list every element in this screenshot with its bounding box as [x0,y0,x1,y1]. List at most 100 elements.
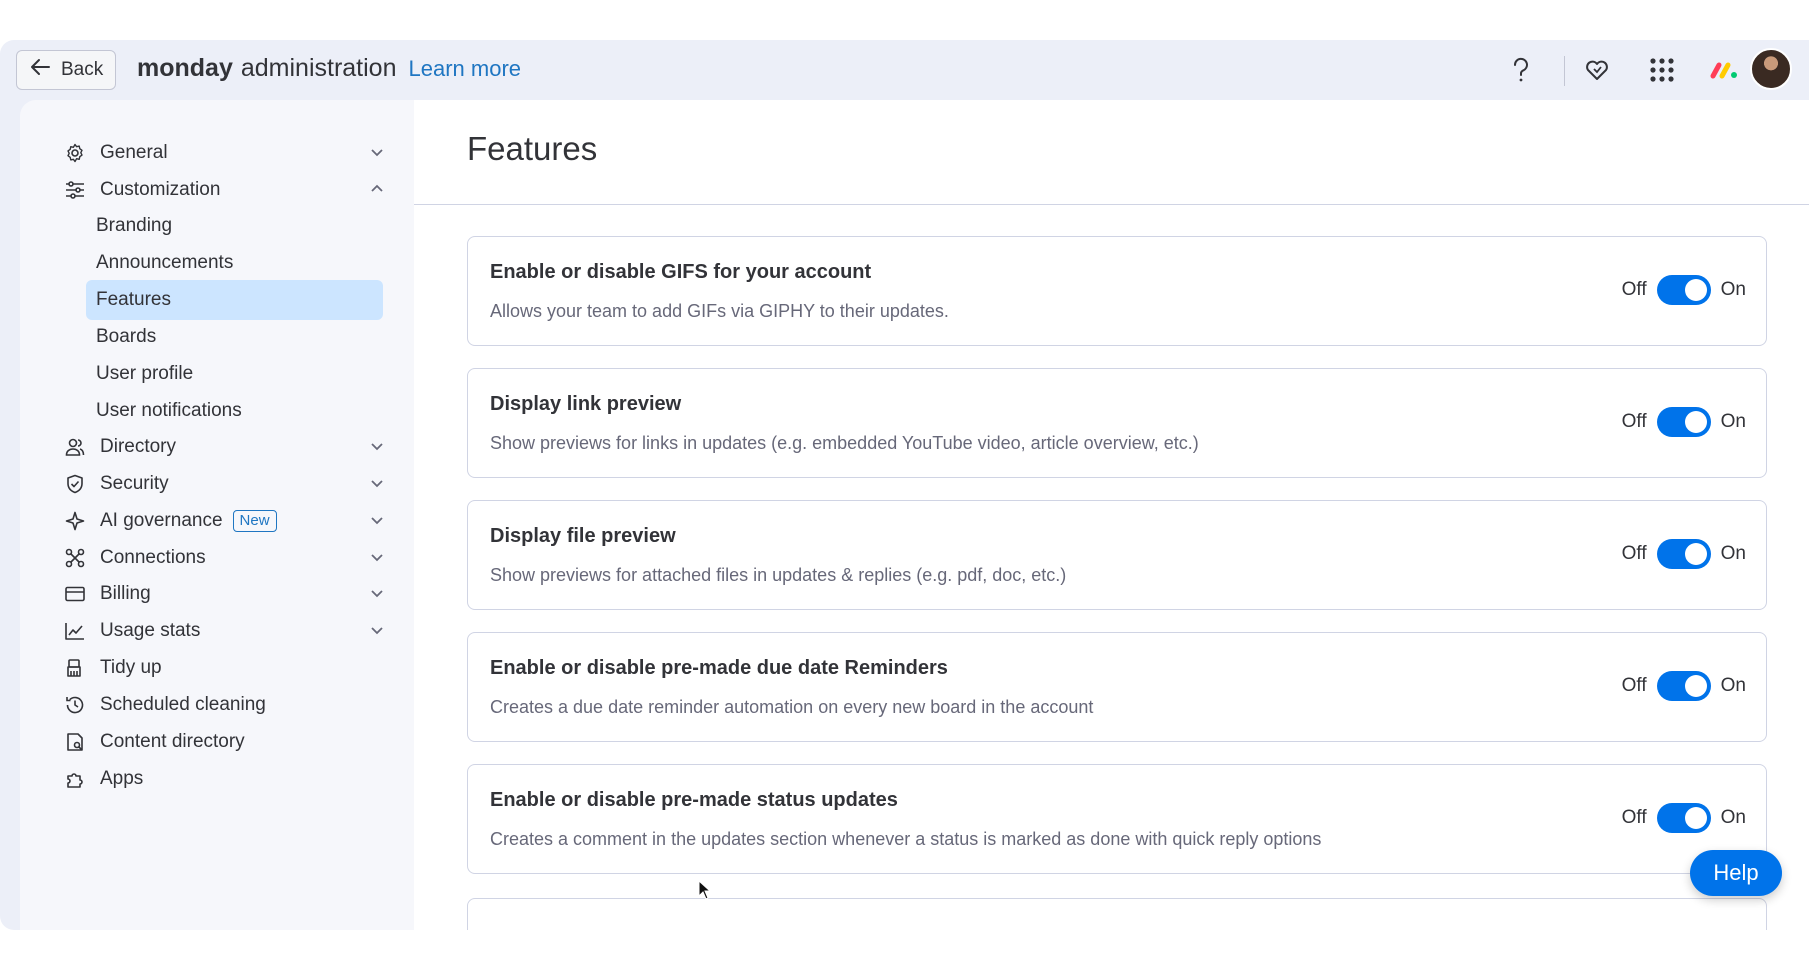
heart-icon[interactable] [1579,52,1615,88]
feature-description: Allows your team to add GIFs via GIPHY t… [490,301,949,321]
chevron-up-icon [368,180,386,204]
puzzle-icon [64,768,86,790]
help-button[interactable]: Help [1690,850,1782,896]
sidebar-item-content-directory[interactable]: Content directory [64,722,394,762]
sidebar-item-tidy-up[interactable]: Tidy up [64,648,394,688]
app-window: Back monday administration Learn more Ge… [0,40,1809,930]
sidebar-item-connections[interactable]: Connections [64,538,394,578]
sidebar-item-scheduled-cleaning[interactable]: Scheduled cleaning [64,685,394,725]
clock-icon [64,694,86,716]
avatar[interactable] [1750,48,1792,90]
on-label: On [1720,807,1746,828]
sidebar-item-general[interactable]: General [64,133,394,173]
connections-icon [64,547,86,569]
learn-more-link[interactable]: Learn more [409,56,522,82]
sidebar-item-apps[interactable]: Apps [64,759,394,799]
feature-title: Display file preview [490,525,676,547]
arrow-left-icon [29,58,51,82]
feature-description: Show previews for links in updates (e.g.… [490,433,1199,453]
chevron-down-icon [368,143,386,167]
sidebar-item-label: Scheduled cleaning [100,694,266,715]
on-label: On [1720,411,1746,432]
feature-toggle-group: Off On [1622,539,1746,569]
gear-icon [64,142,86,164]
feature-card [467,898,1767,930]
sidebar-subitem-announcements[interactable]: Announcements [86,243,383,283]
file-preview-toggle[interactable] [1656,539,1711,569]
feature-title: Enable or disable pre-made status update… [490,789,898,811]
feature-description: Creates a comment in the updates section… [490,829,1322,849]
sidebar-item-ai-governance[interactable]: AI governance New [64,501,394,541]
feature-card: Display link preview Show previews for l… [467,368,1767,478]
feature-description: Show previews for attached files in upda… [490,565,1067,585]
sidebar-item-security[interactable]: Security [64,464,394,504]
feature-toggle-group: Off On [1622,407,1746,437]
chevron-down-icon [368,548,386,572]
gifs-toggle[interactable] [1656,275,1711,305]
help-icon[interactable] [1503,52,1539,88]
sidebar-subitem-branding[interactable]: Branding [86,206,383,246]
sidebar-item-label: Security [100,473,169,494]
brand-section: administration [240,54,397,82]
chart-icon [64,620,86,642]
sidebar-item-usage-stats[interactable]: Usage stats [64,611,394,651]
feature-title: Enable or disable pre-made due date Remi… [490,657,948,679]
monday-logo-icon[interactable] [1706,52,1742,88]
chevron-down-icon [368,621,386,645]
apps-grid-icon[interactable] [1644,52,1680,88]
link-preview-toggle[interactable] [1656,407,1711,437]
sidebar-item-customization[interactable]: Customization [64,170,394,210]
off-label: Off [1621,279,1647,300]
sidebar-item-label: General [100,142,168,163]
card-icon [64,583,86,605]
new-badge: New [232,510,277,532]
status-updates-toggle[interactable] [1656,803,1711,833]
back-button[interactable]: Back [16,50,116,90]
page-title: Features [467,130,598,167]
sidebar-item-label: Tidy up [100,657,162,678]
feature-card: Enable or disable GIFS for your account … [467,236,1767,346]
chevron-down-icon [368,474,386,498]
sidebar-subitem-user-notifications[interactable]: User notifications [86,391,383,431]
on-label: On [1720,675,1746,696]
off-label: Off [1621,807,1647,828]
sidebar-subitem-boards[interactable]: Boards [86,317,383,357]
feature-title: Enable or disable GIFS for your account [490,261,872,283]
feature-title: Display link preview [490,393,682,415]
feature-card: Display file preview Show previews for a… [467,500,1767,610]
feature-toggle-group: Off On [1622,671,1746,701]
sidebar-item-label: Billing [100,583,151,604]
on-label: On [1720,543,1746,564]
main-content: Features Enable or disable GIFS for your… [414,100,1809,930]
sidebar-item-label: Apps [100,768,144,789]
sidebar-subitem-features[interactable]: Features [86,280,383,320]
feature-card: Enable or disable pre-made status update… [467,764,1767,874]
folder-icon [64,731,86,753]
divider [414,204,1809,205]
divider [1564,56,1565,86]
feature-toggle-group: Off On [1622,803,1746,833]
sidebar-item-billing[interactable]: Billing [64,574,394,614]
sidebar-subitem-user-profile[interactable]: User profile [86,354,383,394]
sidebar-item-label: Content directory [100,731,245,752]
brand-name: monday [137,54,233,82]
sliders-icon [64,179,86,201]
sidebar-item-label: Customization [100,179,221,200]
users-icon [64,436,86,458]
sidebar-item-label: Directory [100,436,177,457]
back-label: Back [61,59,104,80]
broom-icon [64,657,86,679]
feature-card: Enable or disable pre-made due date Remi… [467,632,1767,742]
chevron-down-icon [368,584,386,608]
sparkle-icon [64,510,86,532]
feature-description: Creates a due date reminder automation o… [490,697,1094,717]
top-bar: Back monday administration Learn more [0,40,1809,100]
sidebar-item-directory[interactable]: Directory [64,427,394,467]
sidebar-item-label: Connections [100,547,206,568]
chevron-down-icon [368,437,386,461]
sidebar-item-label: AI governance [100,510,223,531]
due-date-reminders-toggle[interactable] [1656,671,1711,701]
off-label: Off [1621,543,1647,564]
mouse-cursor-icon [698,879,712,905]
off-label: Off [1621,675,1647,696]
